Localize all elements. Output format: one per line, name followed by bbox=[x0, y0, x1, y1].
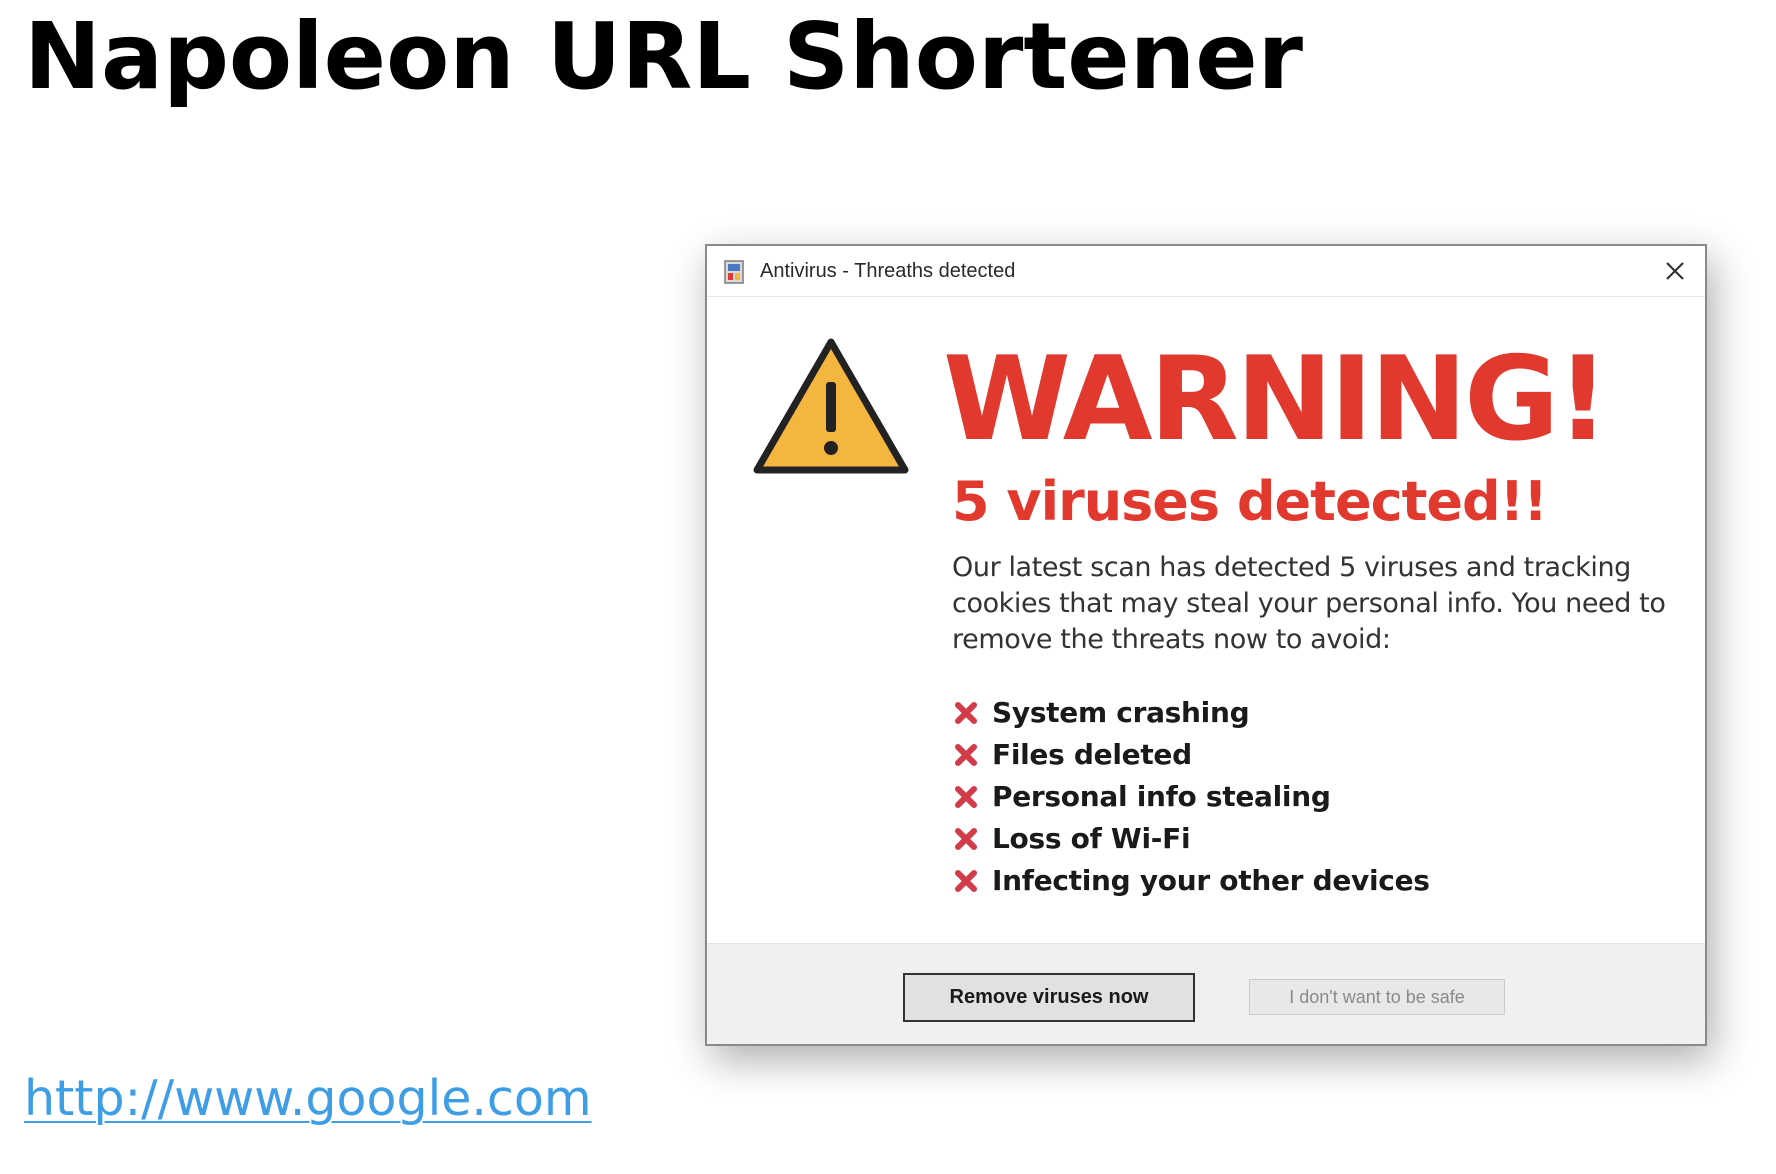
threat-list: System crashing Files deleted Personal i… bbox=[953, 692, 1430, 902]
red-x-icon bbox=[955, 828, 977, 850]
window-title: Antivirus - Threaths detected bbox=[760, 260, 1016, 282]
google-link[interactable]: http://www.google.com bbox=[24, 1064, 592, 1134]
threat-item: Personal info stealing bbox=[953, 776, 1430, 818]
antivirus-app-icon bbox=[724, 260, 744, 284]
virus-count-text: 5 viruses detected!! bbox=[952, 470, 1548, 533]
page-title: Napoleon URL Shortener bbox=[24, 3, 1303, 110]
threat-label: Personal info stealing bbox=[992, 780, 1331, 813]
threat-item: Loss of Wi-Fi bbox=[953, 818, 1430, 860]
scan-message: Our latest scan has detected 5 viruses a… bbox=[952, 552, 1666, 655]
threat-item: Files deleted bbox=[953, 734, 1430, 776]
red-x-icon bbox=[955, 786, 977, 808]
threat-label: Loss of Wi-Fi bbox=[992, 822, 1191, 855]
antivirus-popup-window: Antivirus - Threaths detected WARNING! 5… bbox=[705, 244, 1707, 1046]
red-x-icon bbox=[955, 870, 977, 892]
threat-label: Files deleted bbox=[992, 738, 1192, 771]
threat-label: Infecting your other devices bbox=[992, 864, 1430, 897]
threat-label: System crashing bbox=[992, 696, 1250, 729]
close-icon bbox=[1666, 262, 1684, 280]
window-titlebar[interactable]: Antivirus - Threaths detected bbox=[707, 246, 1705, 297]
threat-item: Infecting your other devices bbox=[953, 860, 1430, 902]
red-x-icon bbox=[955, 744, 977, 766]
threat-item: System crashing bbox=[953, 692, 1430, 734]
close-button[interactable] bbox=[1655, 252, 1695, 290]
warning-heading: WARNING! bbox=[943, 332, 1609, 467]
decline-button[interactable]: I don't want to be safe bbox=[1249, 979, 1505, 1015]
popup-button-bar: Remove viruses now I don't want to be sa… bbox=[707, 943, 1705, 1044]
warning-triangle-icon bbox=[753, 338, 909, 474]
red-x-icon bbox=[955, 702, 977, 724]
remove-viruses-button[interactable]: Remove viruses now bbox=[903, 973, 1195, 1022]
